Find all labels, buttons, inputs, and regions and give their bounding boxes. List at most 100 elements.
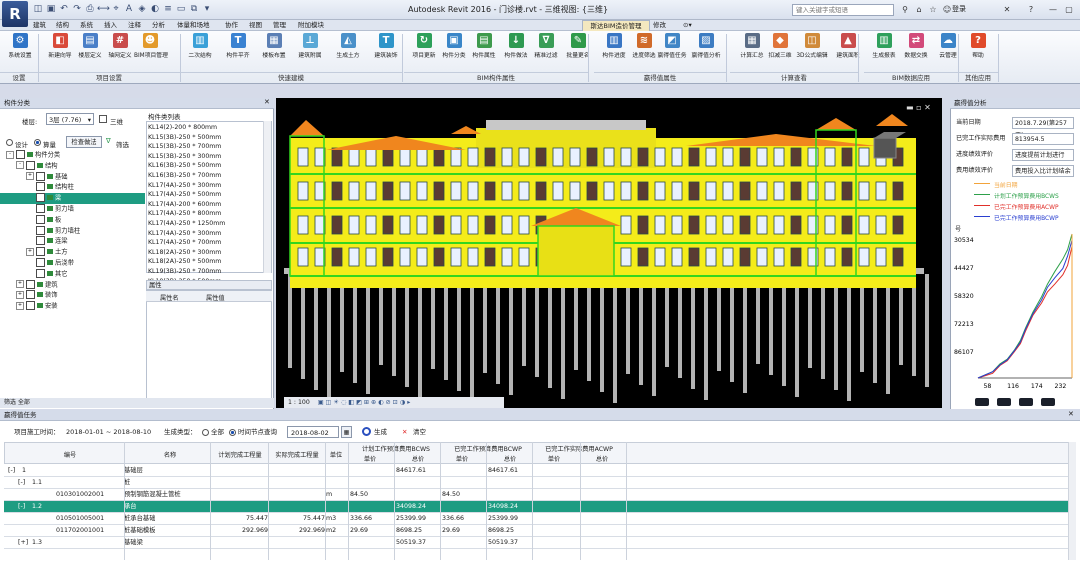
clear-icon[interactable]: ✕ (402, 426, 407, 438)
collapse-icon[interactable]: - (16, 161, 24, 170)
tree-checkbox[interactable] (16, 150, 25, 159)
tab-manage[interactable]: 管理 (270, 20, 289, 31)
ribbon-btn-17[interactable]: ▥ 构件进度 (598, 33, 630, 67)
search-input[interactable]: 键入关键字或短语 (792, 4, 894, 16)
component-list-item[interactable]: KL15(3B)-250 * 500mm (147, 133, 271, 143)
ribbon-btn-19[interactable]: ◩ 赢得值任务 (656, 33, 688, 67)
radio-quantity[interactable] (34, 139, 41, 146)
component-list-item[interactable]: KL15(3B)-250 * 700mm (147, 142, 271, 152)
clear-button[interactable]: 清空 (413, 426, 426, 438)
ribbon-btn-12[interactable]: ▣ 构件分类 (438, 33, 470, 67)
close-hidden-icon[interactable]: ▭ (175, 3, 187, 16)
tree-item[interactable]: - 构件分类 (0, 150, 145, 161)
expand-icon[interactable]: + (26, 172, 34, 181)
component-list-item[interactable]: KL17(4A)-250 * 1250mm (147, 219, 271, 229)
ribbon-btn-1[interactable]: ◧ 新建向导 (44, 33, 76, 67)
tab-modify[interactable]: 修改 (650, 20, 669, 31)
tree-item[interactable]: 后浇带 (0, 257, 145, 269)
tree-item[interactable]: 梁 (0, 193, 145, 204)
tab-collaborate[interactable]: 协作 (222, 20, 241, 31)
component-list-item[interactable]: KL17(4A)-250 * 800mm (147, 209, 271, 219)
row-expand-icon[interactable]: [-] (8, 465, 15, 477)
task-table-scrollbar[interactable] (1068, 442, 1076, 560)
exchange-icon[interactable]: ✕ (1000, 3, 1014, 16)
undo-icon[interactable]: ↶ (58, 3, 70, 16)
save-icon[interactable]: ▣ (45, 3, 57, 16)
ribbon-btn-11[interactable]: ↻ 项目更新 (408, 33, 440, 67)
tab-extra-icon[interactable]: ⊙▾ (680, 20, 695, 31)
tree-item[interactable]: 结构柱 (0, 182, 145, 193)
tree-item[interactable]: 连梁 (0, 236, 145, 247)
tree-item[interactable]: + 基础 (0, 171, 145, 183)
expand-icon[interactable]: + (16, 301, 24, 310)
ribbon-btn-22[interactable]: ◆ 扣减三维 (764, 33, 796, 67)
row-expand-icon[interactable]: [-] (18, 477, 25, 489)
component-list-item[interactable]: KL15(3B)-250 * 300mm (147, 152, 271, 162)
tab-analyze[interactable]: 分析 (149, 20, 168, 31)
tree-item[interactable]: - 结构 (0, 160, 145, 172)
ribbon-btn-8[interactable]: ⊥ 建筑附属 (294, 33, 326, 67)
ribbon-btn-13[interactable]: ▤ 构件属性 (468, 33, 500, 67)
tree-item[interactable]: + 安装 (0, 301, 145, 312)
ribbon-btn-16[interactable]: ✎ 批量更名 (562, 33, 594, 67)
ribbon-btn-4[interactable]: ☻ BIM项目管理 (134, 33, 168, 67)
check-method-button[interactable]: 检查做法 (66, 136, 102, 148)
component-list-item[interactable]: KL18(2A)-250 * 300mm (147, 248, 271, 258)
tab-annotate[interactable]: 注释 (125, 20, 144, 31)
radio-all[interactable] (202, 429, 209, 436)
ribbon-btn-14[interactable]: ↓ 构件做法 (500, 33, 532, 67)
subscription-icon[interactable]: ⌂ (912, 3, 926, 16)
floor-select[interactable]: 3层 (7.76) ▾ (46, 113, 94, 125)
tab-architecture[interactable]: 建筑 (30, 20, 49, 31)
sign-in-link[interactable]: 登录 (952, 4, 966, 14)
component-list-item[interactable]: KL19(3B)-250 * 700mm (147, 267, 271, 277)
left-panel-close-icon[interactable]: ✕ (264, 98, 270, 106)
tree-item[interactable]: 剪力墙 (0, 203, 145, 215)
ribbon-btn-5[interactable]: ▥ 二次结构 (184, 33, 216, 67)
tab-view[interactable]: 视图 (246, 20, 265, 31)
tab-systems[interactable]: 系统 (77, 20, 96, 31)
component-list-item[interactable]: KL17(4A)-250 * 500mm (147, 190, 271, 200)
generate-button[interactable]: 生成 (374, 426, 387, 438)
switch-window-icon[interactable]: ⧉ (188, 3, 200, 16)
view-control-icons[interactable]: ▣ ◫ ☀ ◌ ◧ ◩ ⊞ ⊕ ◐ ⊘ ⊡ ◑ ▸ (312, 399, 411, 406)
3d-view-icon[interactable]: ◈ (136, 3, 148, 16)
tab-addins[interactable]: 附加模块 (295, 20, 327, 31)
tree-checkbox[interactable] (36, 203, 45, 213)
ribbon-btn-7[interactable]: ▦ 楼板布置 (258, 33, 290, 67)
tab-insert[interactable]: 插入 (101, 20, 120, 31)
expand-icon[interactable]: + (16, 290, 24, 299)
tree-item[interactable]: + 装饰 (0, 290, 145, 301)
ribbon-btn-9[interactable]: ◭ 生成土方 (332, 33, 364, 67)
filter-button[interactable]: 筛选 (116, 139, 129, 149)
component-list-item[interactable]: KL17(4A)-250 * 300mm (147, 181, 271, 191)
component-list-item[interactable]: KL17(4A)-200 * 600mm (147, 200, 271, 210)
redo-icon[interactable]: ↷ (71, 3, 83, 16)
collapse-icon[interactable]: - (6, 150, 14, 159)
date-input[interactable]: 2018-08-02 (287, 426, 339, 438)
open-icon[interactable]: ◫ (32, 3, 44, 16)
view-scale[interactable]: 1 : 100 (284, 399, 310, 406)
binoculars-icon[interactable]: ⚲ (898, 3, 912, 16)
tab-structure[interactable]: 结构 (53, 20, 72, 31)
print-icon[interactable]: ⎙ (84, 3, 96, 16)
tree-checkbox[interactable] (26, 290, 35, 300)
radio-time-node[interactable] (229, 429, 236, 436)
3d-viewport[interactable]: ▬ ▫ ✕ (276, 98, 942, 408)
tree-item[interactable]: 板 (0, 214, 145, 226)
component-list-item[interactable]: KL16(3B)-250 * 700mm (147, 171, 271, 181)
tree-checkbox[interactable] (26, 160, 35, 170)
qat-dropdown-icon[interactable]: ▾ (201, 3, 213, 16)
tree-checkbox[interactable] (36, 171, 45, 181)
ribbon-btn-3[interactable]: # 轴网定义 (104, 33, 136, 67)
tree-checkbox[interactable] (36, 182, 45, 192)
tree-checkbox[interactable] (36, 247, 45, 257)
measure-icon[interactable]: ⟷ (97, 3, 110, 16)
ribbon-btn-23[interactable]: ◫ 3D公式编辑 (796, 33, 828, 67)
ribbon-btn-27[interactable]: ☁ 云管理 (932, 33, 964, 67)
tree-checkbox[interactable] (36, 257, 45, 267)
radio-design[interactable] (6, 139, 13, 146)
help-icon[interactable]: ? (1024, 3, 1038, 16)
ribbon-btn-0[interactable]: ⚙ 系统设置 (4, 33, 36, 67)
tab-sida-bim[interactable]: 斯达BIM造价管理 (582, 20, 650, 31)
